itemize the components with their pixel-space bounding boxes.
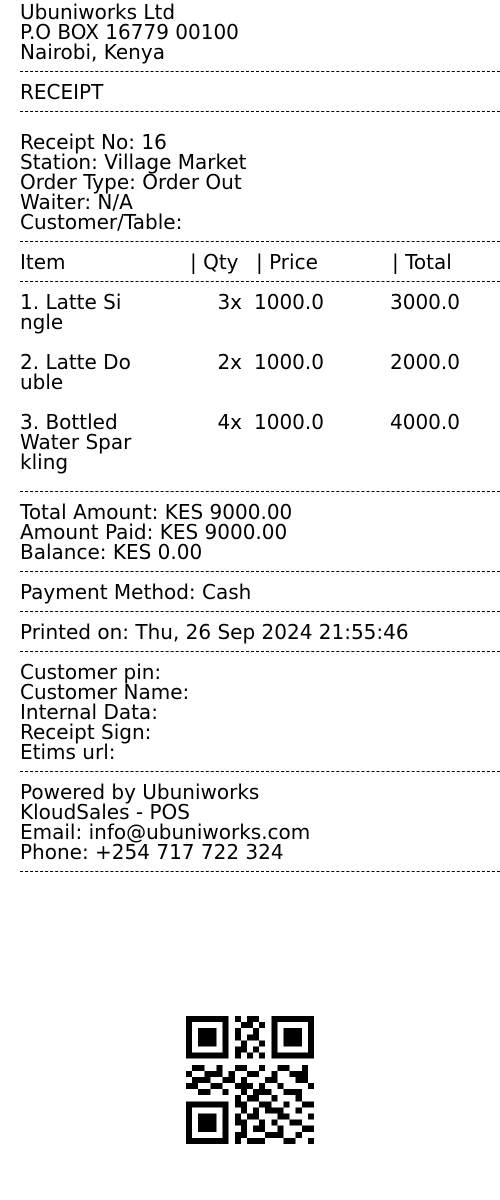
receipt-sign: Receipt Sign: <box>20 720 152 744</box>
powered-by: Powered by Ubuniworks <box>20 780 260 804</box>
item-qty: 4x <box>217 410 242 434</box>
item-total: 3000.0 <box>390 290 460 314</box>
item-price: 1000.0 <box>254 290 324 314</box>
receipt-title: RECEIPT <box>20 80 104 104</box>
customer-table: Customer/Table: <box>20 210 183 234</box>
items-list: 1. Latte Single 3x 1000.0 3000.0 2. Latt… <box>20 292 500 472</box>
header-price: | Price <box>256 250 318 274</box>
waiter: Waiter: N/A <box>20 190 133 214</box>
item-total: 2000.0 <box>390 350 460 374</box>
qr-code-icon <box>186 1016 314 1144</box>
separator <box>20 611 500 612</box>
receipt: Ubuniworks Ltd P.O BOX 16779 00100 Nairo… <box>20 2 500 882</box>
order-type: Order Type: Order Out <box>20 170 242 194</box>
total-amount: Total Amount: KES 9000.00 <box>20 500 293 524</box>
balance: Balance: KES 0.00 <box>20 540 203 564</box>
item-price: 1000.0 <box>254 410 324 434</box>
table-row: 3. Bottled Water Sparkling 4x 1000.0 400… <box>20 412 500 472</box>
contact-phone: Phone: +254 717 722 324 <box>20 840 284 864</box>
item-name: 3. Bottled Water Sparkling <box>20 410 132 474</box>
receipt-number: Receipt No: 16 <box>20 130 167 154</box>
station: Station: Village Market <box>20 150 247 174</box>
header-item: Item <box>20 250 66 274</box>
separator <box>20 281 500 282</box>
item-price: 1000.0 <box>254 350 324 374</box>
internal-data: Internal Data: <box>20 700 158 724</box>
customer-pin: Customer pin: <box>20 660 162 684</box>
item-name: 2. Latte Double <box>20 350 131 394</box>
item-name: 1. Latte Single <box>20 290 122 334</box>
contact-email: Email: info@ubuniworks.com <box>20 820 311 844</box>
printed-on: Printed on: Thu, 26 Sep 2024 21:55:46 <box>20 620 409 644</box>
product-name: KloudSales - POS <box>20 800 190 824</box>
company-address: P.O BOX 16779 00100 <box>20 20 239 44</box>
payment-method: Payment Method: Cash <box>20 580 252 604</box>
separator <box>20 241 500 242</box>
separator <box>20 771 500 772</box>
separator <box>20 571 500 572</box>
customer-name: Customer Name: <box>20 680 190 704</box>
separator <box>20 111 500 112</box>
item-total: 4000.0 <box>390 410 460 434</box>
table-row: 2. Latte Double 2x 1000.0 2000.0 <box>20 352 500 392</box>
company-name: Ubuniworks Ltd <box>20 0 176 24</box>
separator <box>20 651 500 652</box>
separator <box>20 491 500 492</box>
company-city: Nairobi, Kenya <box>20 40 165 64</box>
amount-paid: Amount Paid: KES 9000.00 <box>20 520 288 544</box>
header-qty: | Qty <box>190 250 239 274</box>
separator <box>20 71 500 72</box>
items-table-header: Item | Qty | Price | Total <box>20 252 500 272</box>
separator <box>20 871 500 872</box>
etims-url: Etims url: <box>20 740 116 764</box>
item-qty: 3x <box>217 290 242 314</box>
item-qty: 2x <box>217 350 242 374</box>
header-total: | Total <box>392 250 452 274</box>
table-row: 1. Latte Single 3x 1000.0 3000.0 <box>20 292 500 332</box>
